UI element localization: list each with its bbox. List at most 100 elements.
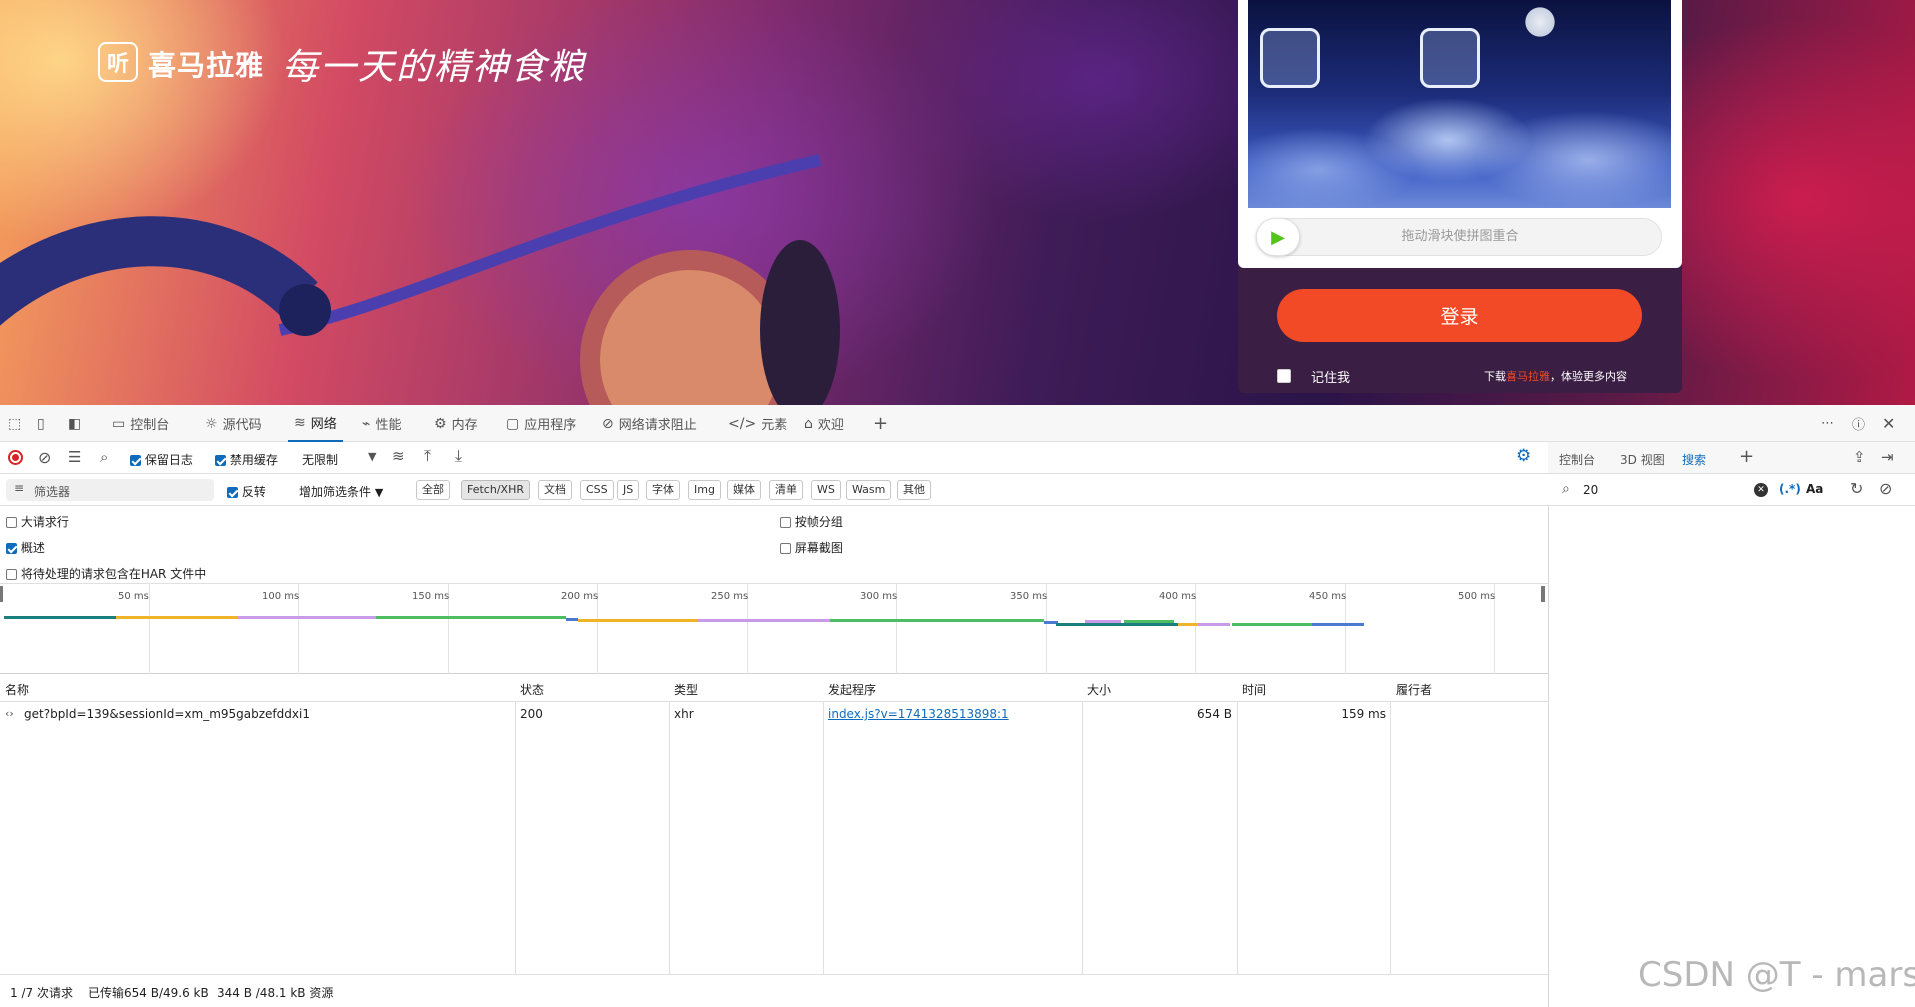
export-har-icon[interactable]: ⤓: [455, 446, 462, 466]
screenshots-checkbox[interactable]: [780, 543, 791, 554]
drawer-search-bar: ⌕ 20 ✕ (.*) Aa ↻ ⊘: [1548, 474, 1915, 506]
tab-sources[interactable]: ☼ 源代码: [205, 405, 262, 442]
column-header-status[interactable]: 状态: [520, 681, 544, 698]
column-header-time[interactable]: 时间: [1242, 681, 1266, 698]
search-icon: ⌕: [1562, 481, 1570, 497]
move-panel-icon[interactable]: ⇪: [1853, 448, 1866, 466]
settings-gear-icon[interactable]: ⚙: [1516, 446, 1531, 466]
add-tab-icon[interactable]: +: [873, 405, 888, 442]
column-header-size[interactable]: 大小: [1087, 681, 1111, 698]
match-case-toggle[interactable]: Aa: [1806, 482, 1823, 496]
group-by-frame-checkbox[interactable]: [780, 517, 791, 528]
disable-cache-checkbox[interactable]: [215, 455, 226, 466]
preserve-log-checkbox[interactable]: [130, 455, 141, 466]
big-rows-option[interactable]: 大请求行: [6, 513, 69, 530]
timeline-tick-label: 200 ms: [561, 591, 599, 602]
drawer-tab-3d-view[interactable]: 3D 视图: [1620, 451, 1665, 468]
filter-type-img[interactable]: Img: [688, 480, 721, 500]
screenshots-option[interactable]: 屏幕截图: [780, 539, 843, 556]
har-label: 将待处理的请求包含在HAR 文件中: [20, 567, 207, 581]
request-name[interactable]: get?bpId=139&sessionId=xm_m95gabzefddxi1: [24, 707, 310, 721]
screenshots-label: 屏幕截图: [794, 541, 843, 555]
network-status-bar: 1 /7 次请求 已传输654 B/49.6 kB 344 B /48.1 kB…: [0, 974, 1548, 1007]
inspect-element-icon[interactable]: ⬚: [8, 405, 21, 442]
timeline-bar: [1178, 623, 1198, 626]
refresh-icon[interactable]: ↻: [1850, 479, 1863, 498]
home-icon: ⌂: [804, 415, 813, 432]
filter-type-other[interactable]: 其他: [897, 480, 931, 500]
network-filter-bar: ≡ 筛选器 反转 增加筛选条件 ▼ 全部 Fetch/XHR 文档 CSS JS…: [0, 474, 1548, 506]
table-row[interactable]: ‹› get?bpId=139&sessionId=xm_m95gabzefdd…: [0, 703, 1548, 725]
close-devtools-icon[interactable]: ✕: [1882, 405, 1895, 442]
group-by-frame-option[interactable]: 按帧分组: [780, 513, 843, 530]
tab-network[interactable]: ≋ 网络: [288, 405, 343, 442]
dock-side-icon[interactable]: ◧: [68, 405, 81, 442]
remember-me-checkbox[interactable]: [1277, 369, 1291, 383]
search-icon[interactable]: ⌕: [100, 448, 108, 466]
invert-option[interactable]: 反转: [227, 483, 266, 500]
search-input[interactable]: 20: [1583, 483, 1598, 497]
performance-icon: ⌁: [362, 415, 371, 432]
filter-type-all[interactable]: 全部: [416, 480, 450, 500]
record-icon[interactable]: [8, 450, 23, 465]
add-filter-button[interactable]: 增加筛选条件 ▼: [299, 483, 383, 500]
slider-play-icon[interactable]: ▶: [1256, 218, 1300, 256]
filter-type-media[interactable]: 媒体: [727, 480, 761, 500]
invert-checkbox[interactable]: [227, 487, 238, 498]
clear-results-icon[interactable]: ⊘: [1879, 479, 1892, 498]
column-header-type[interactable]: 类型: [674, 681, 698, 698]
more-options-icon[interactable]: ⋯: [1821, 405, 1834, 442]
filter-toggle-icon[interactable]: ☰: [68, 448, 81, 466]
throttle-select[interactable]: 无限制: [302, 451, 338, 468]
regex-toggle[interactable]: (.*): [1779, 482, 1801, 496]
puzzle-piece-icon[interactable]: [1420, 28, 1480, 88]
transferred-size: 已传输654 B/49.6 kB: [88, 986, 209, 1000]
drawer-tab-console[interactable]: 控制台: [1559, 451, 1595, 468]
dock-drawer-icon[interactable]: ⇥: [1881, 448, 1894, 466]
overview-label: 概述: [20, 541, 45, 555]
network-conditions-icon[interactable]: ≋: [392, 447, 405, 465]
filter-input[interactable]: ≡ 筛选器: [6, 479, 214, 501]
help-icon[interactable]: ⓘ: [1852, 405, 1865, 442]
download-suffix: ，体验更多内容: [1550, 370, 1627, 383]
har-option[interactable]: 将待处理的请求包含在HAR 文件中: [6, 565, 206, 582]
drawer-tab-search[interactable]: 搜索: [1682, 451, 1707, 476]
login-button[interactable]: 登录: [1277, 289, 1642, 342]
tab-console[interactable]: ▭ 控制台: [112, 405, 169, 442]
preserve-log-option[interactable]: 保留日志: [130, 451, 193, 468]
device-emulation-icon[interactable]: ▯: [37, 405, 45, 442]
timeline-right-handle[interactable]: [1541, 586, 1545, 602]
filter-type-css[interactable]: CSS: [580, 480, 614, 500]
overview-option[interactable]: 概述: [6, 539, 45, 556]
chevron-down-icon[interactable]: ▼: [368, 450, 376, 463]
filter-type-js[interactable]: JS: [617, 480, 640, 500]
filter-type-manifest[interactable]: 清单: [769, 480, 803, 500]
filter-type-ws[interactable]: WS: [811, 480, 841, 500]
tab-request-blocking[interactable]: ⊘ 网络请求阻止: [602, 405, 697, 442]
download-link[interactable]: 喜马拉雅: [1506, 370, 1550, 383]
tab-elements[interactable]: </> 元素: [728, 405, 787, 442]
add-drawer-tab-icon[interactable]: +: [1739, 446, 1754, 467]
tab-performance[interactable]: ⌁ 性能: [362, 405, 401, 442]
tab-application[interactable]: ▢ 应用程序: [506, 405, 576, 442]
import-har-icon[interactable]: ⤒: [424, 446, 431, 466]
column-header-fulfilled-by[interactable]: 履行者: [1396, 681, 1432, 698]
column-header-initiator[interactable]: 发起程序: [828, 681, 876, 698]
disable-cache-option[interactable]: 禁用缓存: [215, 451, 278, 468]
filter-type-fetch-xhr[interactable]: Fetch/XHR: [461, 480, 530, 500]
overview-checkbox[interactable]: [6, 543, 17, 554]
har-checkbox[interactable]: [6, 569, 17, 580]
filter-type-doc[interactable]: 文档: [538, 480, 572, 500]
big-rows-checkbox[interactable]: [6, 517, 17, 528]
filter-type-font[interactable]: 字体: [646, 480, 680, 500]
clear-search-icon[interactable]: ✕: [1754, 483, 1768, 497]
tab-memory[interactable]: ⚙ 内存: [434, 405, 478, 442]
network-overview-timeline[interactable]: 50 ms 100 ms 150 ms 200 ms 250 ms 300 ms…: [0, 584, 1548, 674]
timeline-left-handle[interactable]: [0, 586, 3, 602]
request-initiator-link[interactable]: index.js?v=1741328513898:1: [828, 707, 1009, 721]
filter-type-wasm[interactable]: Wasm: [846, 480, 892, 500]
disable-cache-label: 禁用缓存: [229, 453, 278, 467]
clear-icon[interactable]: ⊘: [38, 448, 51, 467]
column-header-name[interactable]: 名称: [5, 681, 29, 698]
tab-welcome[interactable]: ⌂ 欢迎: [804, 405, 844, 442]
